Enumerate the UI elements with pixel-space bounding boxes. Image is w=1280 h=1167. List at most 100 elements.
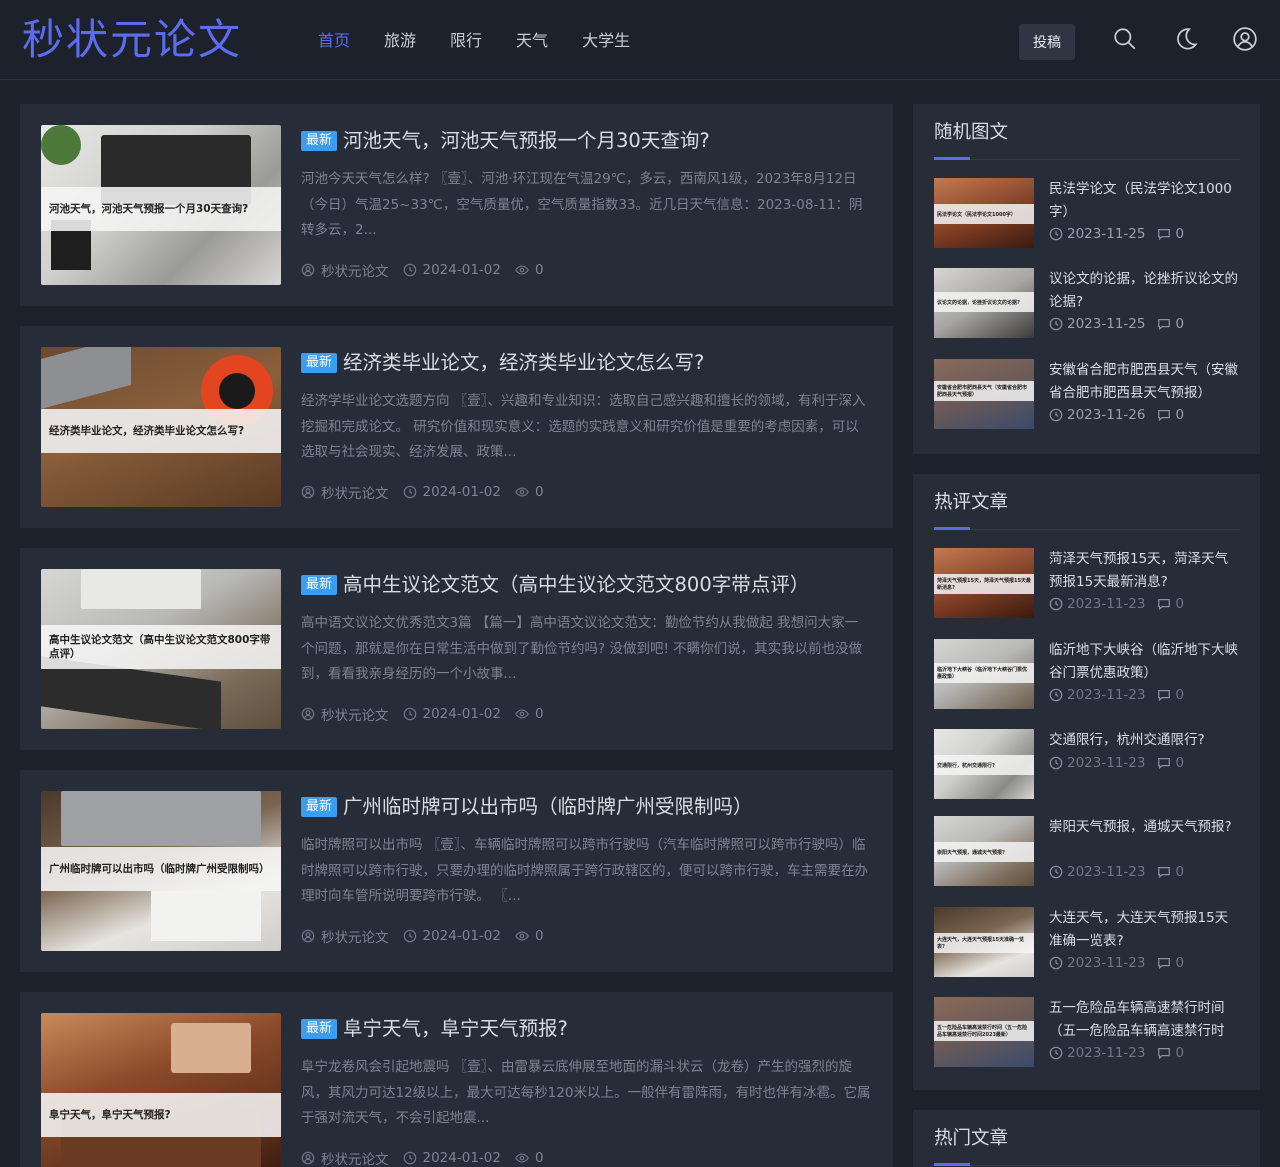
post-thumbnail[interactable]: 高中生议论文范文（高中生议论文范文800字带点评） (41, 569, 281, 729)
eye-icon (515, 1153, 529, 1163)
sidebar-item-date: 2023-11-23 (1067, 755, 1146, 771)
sidebar-item[interactable]: 五一危险品车辆高速禁行时间（五一危险品车辆高速禁行时间2023最新） 五一危险品… (934, 997, 1240, 1067)
post-author[interactable]: 秒状元论文 (321, 926, 389, 946)
nav-item-weather[interactable]: 天气 (516, 26, 548, 56)
clock-icon (1049, 956, 1063, 970)
sidebar-item[interactable]: 议论文的论据，论挫折议论文的论据? 议论文的论据，论挫折议论文的论据? 2023… (934, 268, 1240, 338)
post-card: 高中生议论文范文（高中生议论文范文800字带点评） 最新 高中生议论文范文（高中… (20, 548, 893, 750)
nav-item-restriction[interactable]: 限行 (450, 26, 482, 56)
sidebar-item[interactable]: 菏泽天气预报15天，菏泽天气预报15天最新消息? 菏泽天气预报15天，菏泽天气预… (934, 548, 1240, 618)
post-title[interactable]: 经济类毕业论文，经济类毕业论文怎么写? (343, 348, 704, 378)
clock-icon (1049, 756, 1063, 770)
panel-title: 随机图文 (934, 122, 1009, 143)
clock-icon (1049, 597, 1063, 611)
post-views: 0 (534, 484, 544, 500)
sidebar-thumbnail[interactable]: 安徽省合肥市肥西县天气（安徽省合肥市肥西县天气预报） (934, 359, 1034, 429)
thumbnail-caption: 五一危险品车辆高速禁行时间（五一危险品车辆高速禁行时间2023最新） (934, 1021, 1034, 1041)
thumbnail-caption: 河池天气，河池天气预报一个月30天查询? (41, 187, 281, 231)
author-icon (301, 263, 315, 277)
post-thumbnail[interactable]: 广州临时牌可以出市吗（临时牌广州受限制吗） (41, 791, 281, 951)
moon-icon[interactable] (1173, 26, 1199, 52)
post-author[interactable]: 秒状元论文 (321, 482, 389, 502)
sidebar-item-title[interactable]: 临沂地下大峡谷（临沂地下大峡谷门票优惠政策） (1049, 639, 1240, 684)
nav-item-travel[interactable]: 旅游 (384, 26, 416, 56)
post-title[interactable]: 阜宁天气，阜宁天气预报? (343, 1014, 568, 1044)
post-thumbnail[interactable]: 经济类毕业论文，经济类毕业论文怎么写? (41, 347, 281, 507)
post-author[interactable]: 秒状元论文 (321, 1148, 389, 1167)
panel-accent (934, 157, 970, 160)
sidebar-item-title[interactable]: 菏泽天气预报15天，菏泽天气预报15天最新消息? (1049, 548, 1240, 593)
eye-icon (515, 487, 529, 497)
nav-item-college[interactable]: 大学生 (582, 26, 630, 56)
clock-icon (1049, 227, 1063, 241)
nav-item-home[interactable]: 首页 (318, 26, 350, 56)
post-date: 2024-01-02 (422, 928, 501, 944)
post-card: 经济类毕业论文，经济类毕业论文怎么写? 最新 经济类毕业论文，经济类毕业论文怎么… (20, 326, 893, 528)
sidebar-thumbnail[interactable]: 五一危险品车辆高速禁行时间（五一危险品车辆高速禁行时间2023最新） (934, 997, 1034, 1067)
sidebar-item-date: 2023-11-23 (1067, 864, 1146, 880)
sidebar-item[interactable]: 民法学论文（民法学论文1000字） 民法学论文（民法学论文1000字） 2023… (934, 178, 1240, 248)
post-card: 阜宁天气，阜宁天气预报? 最新 阜宁天气，阜宁天气预报? 阜宁龙卷风会引起地震吗… (20, 992, 893, 1167)
post-thumbnail[interactable]: 阜宁天气，阜宁天气预报? (41, 1013, 281, 1167)
post-thumbnail[interactable]: 河池天气，河池天气预报一个月30天查询? (41, 125, 281, 285)
thumbnail-caption: 高中生议论文范文（高中生议论文范文800字带点评） (41, 625, 281, 669)
post-meta: 秒状元论文 2024-01-02 0 (301, 260, 558, 280)
sidebar-thumbnail[interactable]: 交通限行，杭州交通限行? (934, 729, 1034, 799)
sidebar-item-comments: 0 (1175, 407, 1185, 423)
post-title[interactable]: 高中生议论文范文（高中生议论文范文800字带点评） (343, 570, 809, 600)
sidebar-item-date: 2023-11-25 (1067, 226, 1146, 242)
site-header: 秒状元论文 首页 旅游 限行 天气 大学生 投稿 (0, 0, 1280, 80)
sidebar-item-title[interactable]: 安徽省合肥市肥西县天气（安徽省合肥市肥西县天气预报） (1049, 359, 1240, 404)
sidebar-item-title[interactable]: 民法学论文（民法学论文1000字） (1049, 178, 1240, 223)
panel-accent (934, 527, 970, 530)
sidebar-item[interactable]: 交通限行，杭州交通限行? 交通限行，杭州交通限行? 2023-11-23 0 (934, 729, 1240, 799)
submit-post-button[interactable]: 投稿 (1019, 24, 1075, 60)
post-author[interactable]: 秒状元论文 (321, 704, 389, 724)
post-views: 0 (534, 262, 544, 278)
panel-divider (934, 1165, 1240, 1166)
post-excerpt: 河池今天天气怎么样? 〖壹〗、河池·环江现在气温29℃，多云，西南风1级，202… (301, 171, 863, 238)
sidebar-item[interactable]: 临沂地下大峡谷（临沂地下大峡谷门票优惠政策） 临沂地下大峡谷（临沂地下大峡谷门票… (934, 639, 1240, 709)
sidebar-item[interactable]: 崇阳天气预报，通城天气预报? 崇阳天气预报，通城天气预报? 2023-11-23… (934, 816, 1240, 886)
sidebar-item-title[interactable]: 五一危险品车辆高速禁行时间（五一危险品车辆高速禁行时 (1049, 997, 1240, 1042)
post-author[interactable]: 秒状元论文 (321, 260, 389, 280)
sidebar-thumbnail[interactable]: 议论文的论据，论挫折议论文的论据? (934, 268, 1034, 338)
post-date: 2024-01-02 (422, 706, 501, 722)
sidebar-thumbnail[interactable]: 菏泽天气预报15天，菏泽天气预报15天最新消息? (934, 548, 1034, 618)
thumbnail-caption: 民法学论文（民法学论文1000字） (934, 204, 1034, 224)
sidebar-item-meta: 2023-11-23 0 (1049, 755, 1196, 771)
sidebar-item-date: 2023-11-23 (1067, 596, 1146, 612)
sidebar-item-comments: 0 (1175, 226, 1185, 242)
sidebar-item-title[interactable]: 交通限行，杭州交通限行? (1049, 729, 1240, 752)
sidebar-item-title[interactable]: 崇阳天气预报，通城天气预报? (1049, 816, 1240, 839)
thumbnail-caption: 崇阳天气预报，通城天气预报? (934, 842, 1034, 862)
comment-icon (1158, 319, 1171, 331)
search-icon[interactable] (1112, 26, 1138, 52)
sidebar-item-meta: 2023-11-23 0 (1049, 596, 1196, 612)
sidebar-item-meta: 2023-11-23 0 (1049, 955, 1196, 971)
post-meta: 秒状元论文 2024-01-02 0 (301, 926, 558, 946)
user-icon[interactable] (1232, 26, 1258, 52)
sidebar-thumbnail[interactable]: 民法学论文（民法学论文1000字） (934, 178, 1034, 248)
post-views: 0 (534, 706, 544, 722)
comment-icon (1158, 758, 1171, 770)
clock-icon (1049, 865, 1063, 879)
sidebar-thumbnail[interactable]: 临沂地下大峡谷（临沂地下大峡谷门票优惠政策） (934, 639, 1034, 709)
main-nav: 首页 旅游 限行 天气 大学生 (318, 26, 664, 56)
author-icon (301, 485, 315, 499)
sidebar-item[interactable]: 大连天气，大连天气预报15天准确一览表? 大连天气，大连天气预报15天准确一览表… (934, 907, 1240, 977)
comment-icon (1158, 599, 1171, 611)
clock-icon (403, 263, 416, 277)
sidebar-item-title[interactable]: 大连天气，大连天气预报15天准确一览表? (1049, 907, 1240, 952)
sidebar-thumbnail[interactable]: 大连天气，大连天气预报15天准确一览表? (934, 907, 1034, 977)
sidebar-item-title[interactable]: 议论文的论据，论挫折议论文的论据? (1049, 268, 1240, 313)
sidebar-item-comments: 0 (1175, 687, 1185, 703)
post-title[interactable]: 广州临时牌可以出市吗（临时牌广州受限制吗） (343, 792, 753, 822)
site-logo[interactable]: 秒状元论文 (22, 10, 242, 70)
post-title[interactable]: 河池天气，河池天气预报一个月30天查询? (343, 126, 710, 156)
sidebar-thumbnail[interactable]: 崇阳天气预报，通城天气预报? (934, 816, 1034, 886)
clock-icon (1049, 408, 1063, 422)
post-date: 2024-01-02 (422, 484, 501, 500)
sidebar-item[interactable]: 安徽省合肥市肥西县天气（安徽省合肥市肥西县天气预报） 安徽省合肥市肥西县天气（安… (934, 359, 1240, 429)
comment-icon (1158, 410, 1171, 422)
